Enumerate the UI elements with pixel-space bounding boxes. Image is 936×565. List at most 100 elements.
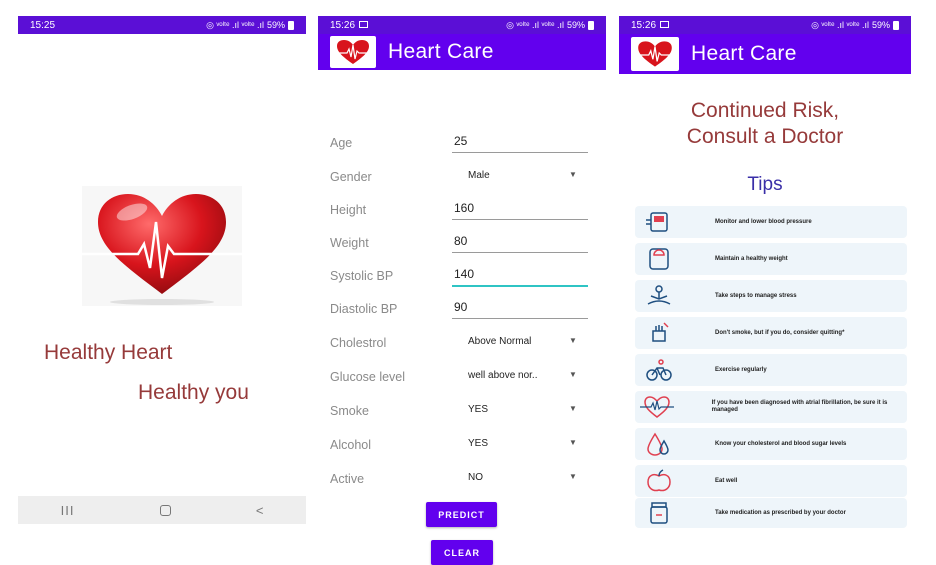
tip-text: If you have been diagnosed with atrial f… [711, 400, 888, 413]
prediction-result: Continued Risk, Consult a Doctor [619, 98, 911, 150]
weight-row: Weight 80 [318, 228, 606, 258]
smoke-label: Smoke [330, 404, 369, 418]
tip-text: Don't smoke, but if you do, consider qui… [715, 329, 845, 336]
tip-text: Take medication as prescribed by your do… [715, 509, 846, 516]
clear-button[interactable]: CLEAR [431, 540, 493, 565]
glucose-select[interactable]: well above nor.. [468, 370, 538, 381]
system-nav-bar: III < [18, 496, 306, 524]
blood-pressure-icon [635, 206, 683, 238]
app-bar: Heart Care [318, 34, 606, 70]
weight-label: Weight [330, 236, 369, 250]
tip-item: Know your cholesterol and blood sugar le… [635, 428, 907, 460]
alcohol-select[interactable]: YES [468, 438, 488, 449]
tip-item: Take steps to manage stress [635, 280, 907, 312]
status-bar: 15:26 ◎ ᵛᵒˡᵗᵉ .ıl ᵛᵒˡᵗᵉ .ıl 59% [318, 16, 606, 34]
glucose-label: Glucose level [330, 370, 406, 384]
status-bar: 15:25 ◎ ᵛᵒˡᵗᵉ .ıl ᵛᵒˡᵗᵉ .ıl 59% [18, 16, 306, 34]
scale-icon [635, 243, 683, 275]
smoke-select[interactable]: YES [468, 404, 488, 415]
tagline-healthy-you: Healthy you [138, 381, 249, 404]
home-button[interactable] [159, 504, 171, 516]
app-logo [330, 36, 376, 68]
blood-drop-icon [635, 428, 683, 460]
systolic-label: Systolic BP [330, 269, 394, 283]
age-underline [452, 152, 588, 153]
bicycle-icon [635, 354, 683, 386]
diastolic-underline [452, 318, 588, 319]
height-label: Height [330, 203, 367, 217]
tip-text: Eat well [715, 477, 738, 484]
active-select[interactable]: NO [468, 472, 483, 483]
battery-level: 59% [566, 20, 585, 30]
age-label: Age [330, 136, 353, 150]
gallery-notification-icon [359, 21, 369, 29]
battery-icon [288, 20, 294, 30]
result-line-2: Consult a Doctor [686, 125, 844, 148]
diastolic-row: Diastolic BP 90 [318, 294, 606, 324]
signal-icons: ◎ ᵛᵒˡᵗᵉ .ıl ᵛᵒˡᵗᵉ .ıl [811, 19, 869, 30]
chevron-down-icon[interactable]: ▼ [569, 336, 577, 345]
systolic-input[interactable]: 140 [454, 267, 474, 281]
apple-icon [635, 465, 683, 497]
age-row: Age 25 [318, 128, 606, 158]
recent-apps-button[interactable]: III [61, 503, 75, 518]
weight-underline [452, 252, 588, 253]
tip-item: Exercise regularly [635, 354, 907, 386]
tip-item: Monitor and lower blood pressure [635, 206, 907, 238]
cholesterol-row: Cholestrol Above Normal ▼ [318, 328, 606, 358]
tip-item: Eat well [635, 465, 907, 497]
battery-icon [893, 20, 899, 30]
medication-icon [635, 497, 683, 529]
result-screen: 15:26 ◎ ᵛᵒˡᵗᵉ .ıl ᵛᵒˡᵗᵉ .ıl 59% Heart Ca… [619, 16, 911, 528]
battery-level: 59% [266, 20, 285, 30]
height-row: Height 160 [318, 195, 606, 225]
app-title: Heart Care [388, 40, 494, 63]
status-time: 15:26 [631, 19, 657, 31]
heart-logo-icon [82, 186, 242, 306]
input-form-screen: 15:26 ◎ ᵛᵒˡᵗᵉ .ıl ᵛᵒˡᵗᵉ .ıl 59% Heart Ca… [318, 16, 606, 565]
tip-text: Know your cholesterol and blood sugar le… [715, 440, 847, 447]
meditation-icon [635, 280, 683, 312]
chevron-down-icon[interactable]: ▼ [569, 170, 577, 179]
diastolic-label: Diastolic BP [330, 302, 398, 316]
systolic-underline [452, 285, 588, 287]
tip-item: Maintain a healthy weight [635, 243, 907, 275]
no-smoking-icon [635, 317, 683, 349]
tip-text: Take steps to manage stress [715, 292, 797, 299]
glucose-row: Glucose level well above nor.. ▼ [318, 362, 606, 392]
tip-text: Monitor and lower blood pressure [715, 218, 812, 225]
tip-text: Exercise regularly [715, 366, 767, 373]
chevron-down-icon[interactable]: ▼ [569, 472, 577, 481]
gender-label: Gender [330, 170, 372, 184]
gender-row: Gender Male ▼ [318, 162, 606, 192]
alcohol-row: Alcohol YES ▼ [318, 430, 606, 460]
systolic-row: Systolic BP 140 [318, 261, 606, 291]
chevron-down-icon[interactable]: ▼ [569, 438, 577, 447]
tagline-healthy-heart: Healthy Heart [44, 341, 173, 364]
tip-item: Don't smoke, but if you do, consider qui… [635, 317, 907, 349]
height-input[interactable]: 160 [454, 201, 474, 215]
chevron-down-icon[interactable]: ▼ [569, 404, 577, 413]
status-bar: 15:26 ◎ ᵛᵒˡᵗᵉ .ıl ᵛᵒˡᵗᵉ .ıl 59% [619, 16, 911, 34]
weight-input[interactable]: 80 [454, 234, 467, 248]
active-label: Active [330, 472, 365, 486]
predict-button[interactable]: PREDICT [426, 502, 497, 527]
active-row: Active NO ▼ [318, 464, 606, 494]
tip-item: Take medication as prescribed by your do… [635, 498, 907, 528]
status-time: 15:26 [330, 19, 356, 31]
gallery-notification-icon [660, 21, 670, 29]
cholesterol-label: Cholestrol [330, 336, 387, 350]
cholesterol-select[interactable]: Above Normal [468, 336, 531, 347]
age-input[interactable]: 25 [454, 134, 467, 148]
chevron-down-icon[interactable]: ▼ [569, 370, 577, 379]
heartbeat-icon [635, 391, 680, 423]
heart-icon [333, 40, 373, 64]
gender-select[interactable]: Male [468, 170, 490, 181]
signal-icons: ◎ ᵛᵒˡᵗᵉ .ıl ᵛᵒˡᵗᵉ .ıl [506, 19, 564, 30]
alcohol-label: Alcohol [330, 438, 371, 452]
app-logo [631, 37, 679, 71]
diastolic-input[interactable]: 90 [454, 300, 467, 314]
status-time: 15:25 [30, 19, 56, 31]
back-button[interactable]: < [256, 503, 264, 518]
result-line-1: Continued Risk, [690, 99, 840, 122]
